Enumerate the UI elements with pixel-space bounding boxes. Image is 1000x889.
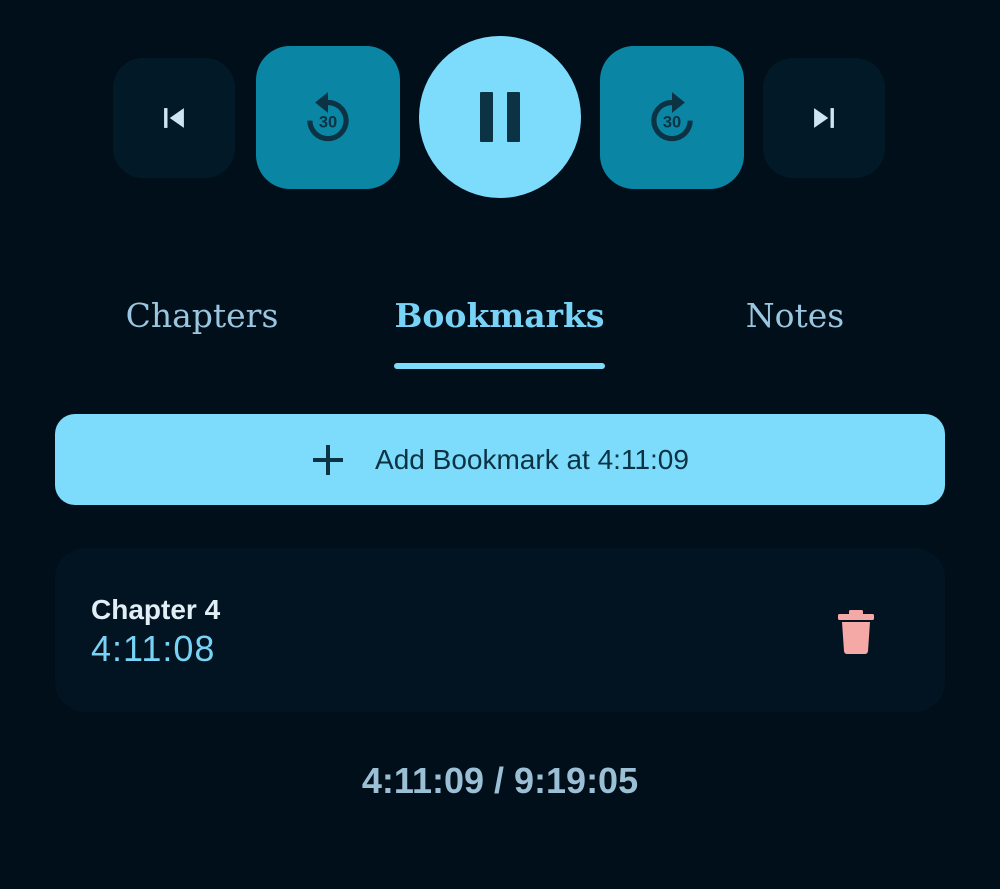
bookmark-chapter: Chapter 4 [91, 594, 221, 625]
rewind-seconds-label: 30 [319, 112, 337, 131]
forward-30-button[interactable]: 30 [600, 46, 744, 189]
trash-icon [838, 610, 874, 654]
forward-30-icon: 30 [651, 91, 693, 141]
replay-30-icon: 30 [307, 91, 349, 141]
next-chapter-button[interactable] [763, 58, 885, 178]
bookmark-time: 4:11:08 [91, 628, 216, 669]
pause-icon [480, 92, 520, 142]
plus-icon [311, 443, 345, 477]
bookmark-item[interactable]: Chapter 4 4:11:08 [55, 548, 945, 712]
rewind-30-button[interactable]: 30 [256, 46, 400, 189]
skip-next-icon [814, 108, 834, 128]
play-pause-button[interactable] [419, 36, 581, 198]
add-bookmark-button[interactable]: Add Bookmark at 4:11:09 [55, 414, 945, 505]
previous-chapter-button[interactable] [113, 58, 235, 178]
active-tab-indicator [394, 363, 605, 369]
tab-chapters[interactable]: Chapters [102, 280, 302, 350]
playback-controls: 30 30 [0, 0, 1000, 210]
add-bookmark-label: Add Bookmark at 4:11:09 [375, 443, 689, 475]
tab-notes[interactable]: Notes [705, 280, 885, 350]
tab-bookmarks[interactable]: Bookmarks [384, 280, 615, 350]
tab-bar: Chapters Bookmarks Notes [0, 280, 1000, 380]
skip-previous-icon [164, 108, 184, 128]
forward-seconds-label: 30 [663, 112, 681, 131]
delete-bookmark-button[interactable] [830, 606, 882, 658]
playback-position: 4:11:09 / 9:19:05 [361, 760, 639, 801]
